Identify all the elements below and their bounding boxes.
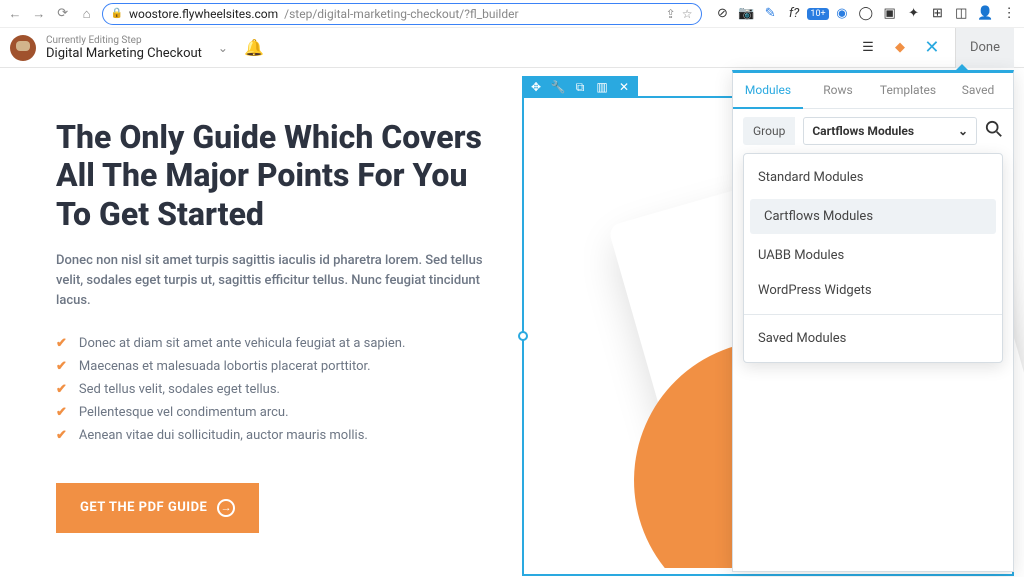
search-icon[interactable] [985,120,1003,143]
url-domain: woostore.flywheelsites.com [129,7,278,21]
ext-badge-icon[interactable]: 10+ [809,5,827,23]
ext-camera-icon[interactable]: 📷 [737,5,755,23]
hero-left-column: The Only Guide Which Covers All The Majo… [56,118,496,533]
content-panel: Modules Rows Templates Saved Group Cartf… [732,70,1014,572]
editing-context-label: Currently Editing Step [46,35,202,46]
ext-panel-icon[interactable]: ◫ [952,5,970,23]
profile-avatar[interactable]: 👤 [976,5,994,23]
ext-dropper-icon[interactable]: ✎ [761,5,779,23]
page-canvas: The Only Guide Which Covers All The Majo… [0,68,1024,577]
tab-modules[interactable]: Modules [733,73,803,109]
check-icon: ✔ [56,382,67,397]
chevron-down-icon[interactable]: ⌄ [212,41,234,55]
group-select[interactable]: Cartflows Modules ⌄ [803,117,977,145]
group-filter-row: Group Cartflows Modules ⌄ [733,109,1013,153]
reload-icon[interactable]: ⟳ [54,5,72,23]
check-icon: ✔ [56,428,67,443]
preview-icon[interactable]: ◆ [891,39,909,57]
group-label: Group [743,117,795,145]
feature-text: Aenean vitae dui sollicitudin, auctor ma… [79,428,368,443]
dropdown-item-uabb[interactable]: UABB Modules [744,238,1002,273]
tab-saved[interactable]: Saved [943,73,1013,108]
ext-font-icon[interactable]: f? [785,5,803,23]
list-item: ✔ Donec at diam sit amet ante vehicula fe… [56,332,496,355]
arrow-right-icon: → [217,499,235,517]
check-icon: ✔ [56,405,67,420]
dropdown-item-widgets[interactable]: WordPress Widgets [744,273,1002,308]
feature-text: Pellentesque vel condimentum arcu. [79,405,289,420]
columns-icon[interactable]: ▥ [592,77,612,97]
module-edit-toolbar: ✥ 🔧 ⧉ ▥ ✕ [522,76,638,98]
feature-text: Maecenas et malesuada lobortis placerat … [79,359,371,374]
dropdown-item-cartflows[interactable]: Cartflows Modules [750,199,996,234]
ext-circle-icon[interactable]: ◯ [857,5,875,23]
panel-tabs: Modules Rows Templates Saved [733,73,1013,109]
cta-button[interactable]: GET THE PDF GUIDE → [56,483,259,533]
share-icon[interactable]: ⇪ [666,7,676,21]
ext-grid-icon[interactable]: ⊞ [929,5,947,23]
group-dropdown: Standard Modules Cartflows Modules UABB … [743,153,1003,363]
tab-templates[interactable]: Templates [873,73,943,108]
beaver-builder-logo[interactable] [10,35,36,61]
list-item: ✔ Sed tellus velit, sodales eget tellus. [56,378,496,401]
ext-instagram-icon[interactable]: ▣ [881,5,899,23]
list-item: ✔ Aenean vitae dui sollicitudin, auctor m… [56,424,496,447]
hero-lead: Donec non nisl sit amet turpis sagittis … [56,251,496,311]
chevron-down-icon: ⌄ [958,124,968,138]
back-icon[interactable]: ← [6,5,24,23]
forward-icon[interactable]: → [30,5,48,23]
url-path: /step/digital-marketing-checkout/?fl_bui… [284,7,518,21]
browser-toolbar: ← → ⟳ ⌂ 🔒 woostore.flywheelsites.com/ste… [0,0,1024,28]
feature-text: Donec at diam sit amet ante vehicula feu… [79,336,405,351]
list-item: ✔ Maecenas et malesuada lobortis placerat… [56,355,496,378]
ext-block-icon[interactable]: ⊘ [714,5,732,23]
duplicate-icon[interactable]: ⧉ [570,77,590,97]
dropdown-item-saved[interactable]: Saved Modules [744,321,1002,356]
move-icon[interactable]: ✥ [526,77,546,97]
feature-list: ✔ Donec at diam sit amet ante vehicula fe… [56,332,496,447]
kebab-menu-icon[interactable]: ⋮ [1000,5,1018,23]
dropdown-separator [744,314,1002,315]
builder-toolbar: Currently Editing Step Digital Marketing… [0,28,1024,68]
list-item: ✔ Pellentesque vel condimentum arcu. [56,401,496,424]
hero-headline: The Only Guide Which Covers All The Majo… [56,118,496,233]
check-icon: ✔ [56,359,67,374]
outline-icon[interactable]: ☰ [859,39,877,57]
home-icon[interactable]: ⌂ [78,5,96,23]
resize-handle-left[interactable] [518,331,528,341]
cta-label: GET THE PDF GUIDE [80,500,207,515]
dropdown-item-standard[interactable]: Standard Modules [744,160,1002,195]
page-title-block[interactable]: Currently Editing Step Digital Marketing… [46,35,202,61]
wrench-icon[interactable]: 🔧 [548,77,568,97]
notifications-icon[interactable]: 🔔 [244,38,264,57]
star-icon[interactable]: ☆ [682,7,693,21]
tab-rows[interactable]: Rows [803,73,873,108]
extensions-icon[interactable]: ✦ [905,5,923,23]
close-panel-icon[interactable]: ✕ [923,39,941,57]
editing-page-title: Digital Marketing Checkout [46,46,202,61]
lock-icon: 🔒 [111,8,123,19]
remove-icon[interactable]: ✕ [614,77,634,97]
done-button[interactable]: Done [955,28,1014,68]
group-selected-value: Cartflows Modules [812,124,914,138]
url-bar[interactable]: 🔒 woostore.flywheelsites.com/step/digita… [102,3,702,25]
check-icon: ✔ [56,336,67,351]
feature-text: Sed tellus velit, sodales eget tellus. [79,382,280,397]
ext-messenger-icon[interactable]: ◉ [833,5,851,23]
